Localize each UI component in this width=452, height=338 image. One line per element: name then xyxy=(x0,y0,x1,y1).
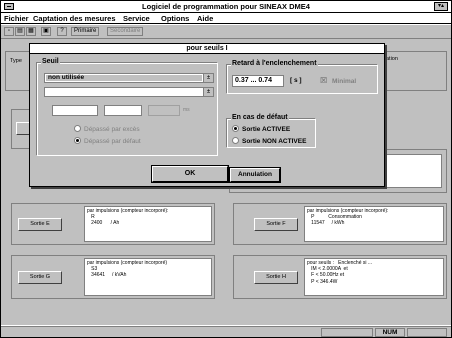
help-icon[interactable]: ? xyxy=(57,27,67,36)
type-label: Type xyxy=(10,58,22,64)
minimal-checkbox[interactable]: ☒ xyxy=(320,76,327,85)
dialog-title: pour seuils I xyxy=(30,44,384,54)
title-bar: Logiciel de programmation pour SINEAX DM… xyxy=(1,1,451,13)
secondaire-button[interactable]: Secondaire xyxy=(107,27,144,36)
radio-depasse-exces-dot[interactable] xyxy=(74,125,81,132)
status-bar: NUM xyxy=(1,326,451,337)
radio-depasse-exces[interactable]: Dépassé par excès xyxy=(74,125,140,134)
seuil-select-2[interactable]: ± xyxy=(44,87,214,97)
panel-sortie-e: Sortie E par impulsions (compteur incorp… xyxy=(11,203,215,245)
status-cell-blank xyxy=(321,328,373,337)
menu-aide[interactable]: Aide xyxy=(197,14,213,23)
save-file-icon[interactable]: ▦ xyxy=(26,27,36,36)
window-title: Logiciel de programmation pour SINEAX DM… xyxy=(142,2,310,11)
radio-depasse-defaut-dot[interactable] xyxy=(74,137,81,144)
seuil-select-1[interactable]: non utilisée ± xyxy=(44,73,214,83)
radio-depasse-defaut-label: Dépassé par défaut xyxy=(84,138,141,145)
radio-sortie-non-activee-dot[interactable] xyxy=(232,137,239,144)
seuil-group-label: Seuil xyxy=(41,58,60,66)
status-num: NUM xyxy=(375,328,405,337)
toolbar: ▫ ▤ ▦ ▣ ? Primaire Secondaire xyxy=(1,25,451,39)
radio-sortie-activee-dot[interactable] xyxy=(232,125,239,132)
sortie-f-button[interactable]: Sortie F xyxy=(254,218,298,231)
dropdown-arrow-icon[interactable]: ± xyxy=(203,88,213,96)
sortie-h-info: pour seuils : Enclenché si ... IM < 2.00… xyxy=(304,258,444,296)
menu-fichier[interactable]: Fichier xyxy=(4,14,29,23)
minimize-maximize-icon[interactable]: ▾▴ xyxy=(434,2,448,11)
sortie-h-button[interactable]: Sortie H xyxy=(254,271,298,284)
retard-group-label: Retard à l'enclenchement xyxy=(231,60,318,68)
seuil-value-field-2[interactable] xyxy=(104,105,142,116)
main-window: Logiciel de programmation pour SINEAX DM… xyxy=(0,0,452,338)
right-panel-label: ation xyxy=(386,56,398,62)
panel-sortie-h: Sortie H pour seuils : Enclenché si ... … xyxy=(233,255,447,299)
print-icon[interactable]: ▣ xyxy=(41,27,51,36)
panel-sortie-f: Sortie F par impulsions (compteur incorp… xyxy=(233,203,447,245)
retard-value-field[interactable]: 0.37 ... 0.74 xyxy=(232,75,284,87)
primaire-button[interactable]: Primaire xyxy=(71,27,100,36)
menu-service[interactable]: Service xyxy=(123,14,150,23)
seuil-value-field-3[interactable] xyxy=(148,105,180,116)
panel-sortie-g: Sortie G par impulsions (compteur incorp… xyxy=(11,255,215,299)
seuil-select-1-value: non utilisée xyxy=(46,74,202,81)
annulation-button[interactable]: Annulation xyxy=(230,168,280,182)
seuil-select-2-value xyxy=(46,89,202,95)
sortie-f-info: par impulsions (compteur incorporé): P C… xyxy=(304,206,444,242)
seuil-unit-label: ms xyxy=(183,107,190,113)
sortie-g-button[interactable]: Sortie G xyxy=(18,271,62,284)
dropdown-arrow-icon[interactable]: ± xyxy=(203,74,213,82)
menu-options[interactable]: Options xyxy=(161,14,189,23)
sortie-e-info: par impulsions (compteur incorporé): R 2… xyxy=(84,206,212,242)
retard-unit-label: [ s ] xyxy=(290,77,302,84)
defaut-group-label: En cas de défaut xyxy=(231,114,289,122)
status-cell-end xyxy=(407,328,447,337)
new-file-icon[interactable]: ▫ xyxy=(4,27,14,36)
sortie-g-info: par impulsions (compteur incorporé) S3 3… xyxy=(84,258,212,296)
menu-captation[interactable]: Captation des mesures xyxy=(33,14,116,23)
radio-sortie-non-activee-label: Sortie NON ACTIVEE xyxy=(242,138,307,145)
seuil-value-field-1[interactable] xyxy=(52,105,98,116)
ok-button[interactable]: OK xyxy=(152,166,228,182)
open-file-icon[interactable]: ▤ xyxy=(15,27,25,36)
radio-depasse-defaut[interactable]: Dépassé par défaut xyxy=(74,137,141,146)
menu-bar: Fichier Captation des mesures Service Op… xyxy=(1,13,451,24)
radio-sortie-non-activee[interactable]: Sortie NON ACTIVEE xyxy=(232,137,306,146)
radio-sortie-activee-label: Sortie ACTIVEE xyxy=(242,126,291,133)
radio-sortie-activee[interactable]: Sortie ACTIVEE xyxy=(232,125,290,134)
minimal-label: Minimal xyxy=(332,78,357,85)
sortie-e-button[interactable]: Sortie E xyxy=(18,218,62,231)
radio-depasse-exces-label: Dépassé par excès xyxy=(84,126,140,133)
seuils-dialog: pour seuils I Seuil non utilisée ± ± ms … xyxy=(29,43,385,187)
